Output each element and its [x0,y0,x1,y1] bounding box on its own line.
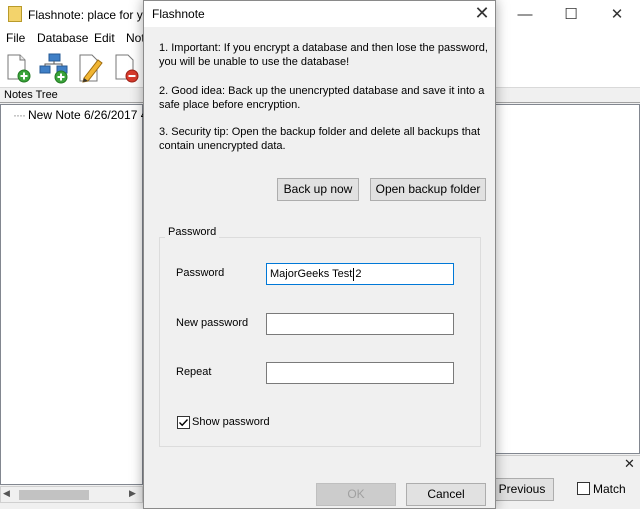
repeat-label: Repeat [176,366,212,378]
close-window-button[interactable]: ✕ [594,0,640,30]
add-tree-node-button[interactable] [38,52,68,84]
checkmark-icon [179,419,189,427]
password-label: Password [176,267,225,279]
notes-tree-header: Notes Tree [0,89,145,103]
main-window-title: Flashnote: place for you [28,8,157,22]
password-input[interactable]: MajorGeeks Test 2 [266,263,454,285]
horizontal-scrollbar[interactable]: ◀ ▶ [0,486,143,503]
dialog-title: Flashnote [152,7,205,21]
scroll-thumb[interactable] [19,490,89,500]
new-note-button[interactable] [4,52,34,84]
password-value-start: MajorGeeks Test [270,268,353,280]
menu-notes[interactable]: Not [126,31,145,45]
new-password-input[interactable] [266,313,454,335]
show-password-checkbox[interactable] [177,416,190,429]
tip-security: 3. Security tip: Open the backup folder … [159,126,481,152]
repeat-password-input[interactable] [266,362,454,384]
find-close-icon[interactable]: ✕ [624,456,635,472]
password-group-title: Password [165,226,220,238]
new-password-label: New password [176,317,249,329]
cancel-button[interactable]: Cancel [406,483,486,506]
menu-edit[interactable]: Edit [94,31,115,45]
note-editor[interactable] [495,104,640,454]
tree-item-label: New Note 6/26/2017 4 [27,108,148,122]
backup-now-button[interactable]: Back up now [277,178,359,201]
edit-note-button[interactable] [76,52,106,84]
previous-button[interactable]: Previous [490,478,554,501]
show-password-label: Show password [192,416,270,428]
scroll-right-icon[interactable]: ▶ [129,488,136,499]
new-note-icon [7,54,31,83]
ok-button[interactable]: OK [316,483,396,506]
menu-file[interactable]: File [6,31,25,45]
notes-tree[interactable]: ···· New Note 6/26/2017 4 [0,104,147,485]
dialog-body: 1. Important: If you encrypt a database … [144,27,495,508]
encrypt-dialog: Flashnote ✕ 1. Important: If you encrypt… [143,0,496,509]
match-checkbox[interactable] [577,482,590,495]
tip-important: 1. Important: If you encrypt a database … [159,42,488,68]
note-header [495,89,640,103]
app-notebook-icon [8,6,22,22]
password-value-end: 2 [355,268,362,280]
tip-good-idea: 2. Good idea: Back up the unencrypted da… [159,85,485,111]
tree-item[interactable]: ···· New Note 6/26/2017 4 [13,108,147,122]
dialog-titlebar: Flashnote ✕ [144,1,495,27]
menu-database[interactable]: Database [37,31,88,45]
edit-icon [79,54,103,83]
tree-connector: ···· [13,108,26,122]
maximize-button[interactable]: ☐ [548,0,594,30]
delete-note-button[interactable] [112,52,142,84]
scroll-left-icon[interactable]: ◀ [3,488,10,499]
match-label: Match [593,482,626,496]
tree-add-icon [39,53,68,84]
delete-icon [115,54,139,83]
open-backup-folder-button[interactable]: Open backup folder [370,178,486,201]
dialog-close-button[interactable]: ✕ [470,2,494,26]
minimize-button[interactable]: — [502,0,548,30]
